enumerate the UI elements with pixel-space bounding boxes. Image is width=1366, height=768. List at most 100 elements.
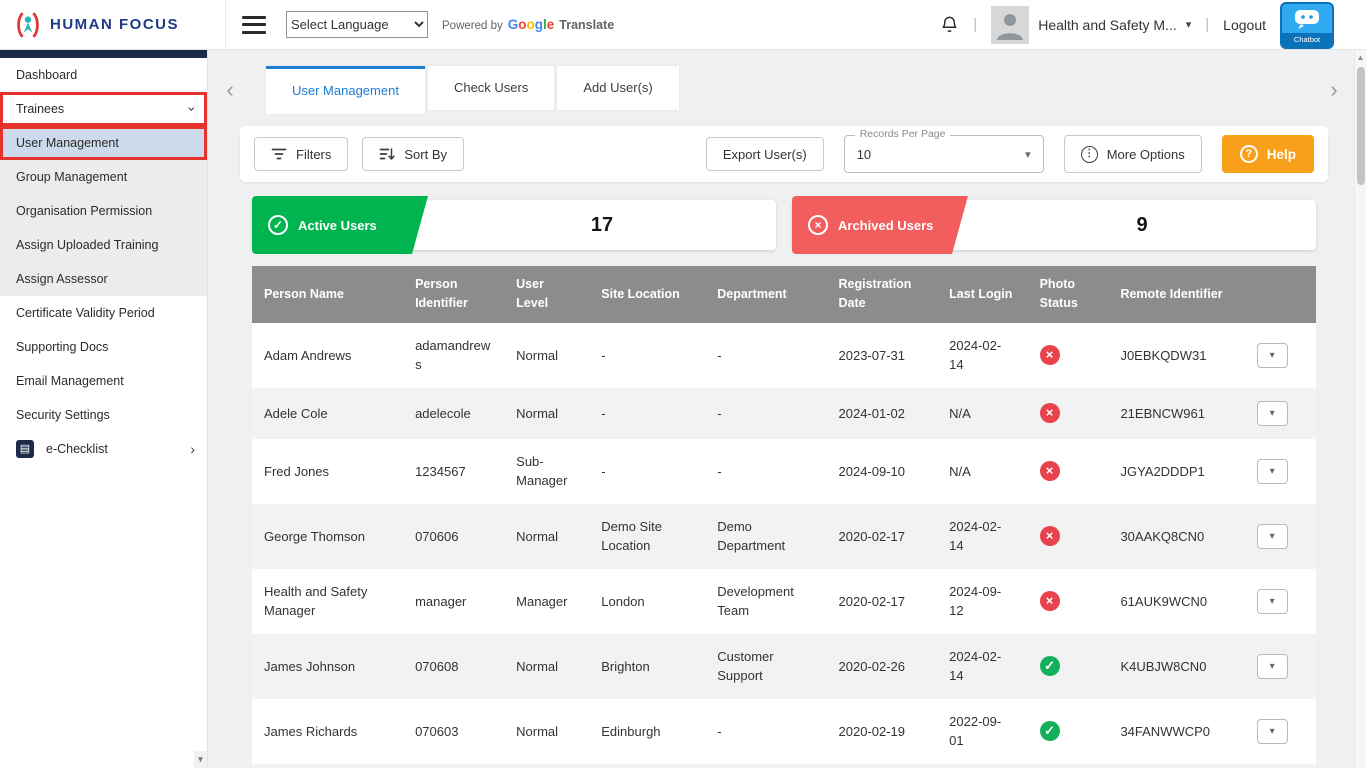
chevron-down-icon: ▾	[1186, 18, 1192, 31]
photo-status-active-icon: ✓	[1040, 721, 1060, 741]
account-name: Health and Safety M...	[1038, 17, 1177, 33]
scrollbar-thumb[interactable]	[1357, 67, 1365, 185]
archived-users-ribbon: × Archived Users	[792, 196, 968, 254]
tab-user-management[interactable]: User Management	[266, 66, 425, 114]
help-button[interactable]: ? Help	[1222, 135, 1314, 173]
user-level-cell: Normal	[504, 634, 589, 699]
column-header-actions	[1245, 266, 1316, 323]
column-header-user-level: User Level	[504, 266, 589, 323]
logout-button[interactable]: Logout	[1223, 17, 1266, 33]
sidebar-item-assign-assessor[interactable]: Assign Assessor	[0, 262, 207, 296]
page-scrollbar[interactable]: ▲	[1354, 50, 1366, 768]
separator: |	[973, 16, 977, 33]
avatar	[991, 6, 1029, 44]
column-header-remote-identifier: Remote Identifier	[1108, 266, 1244, 323]
top-bar: HUMAN FOCUS Select Language Powered by G…	[0, 0, 1366, 50]
sidebar-item-label: Email Management	[16, 374, 124, 388]
brand-logo-icon	[14, 11, 42, 39]
remote-identifier-cell: K4UBJW8CN0	[1108, 634, 1244, 699]
records-per-page-label: Records Per Page	[855, 128, 951, 140]
department-cell: Customer Support	[705, 764, 826, 768]
x-circle-icon: ×	[808, 215, 828, 235]
sidebar-item-label: Group Management	[16, 170, 127, 184]
brand-logo[interactable]: HUMAN FOCUS	[0, 0, 226, 49]
sidebar-item-assign-uploaded-training[interactable]: Assign Uploaded Training	[0, 228, 207, 262]
sidebar-item-e-checklist[interactable]: ▤e-Checklist›	[0, 432, 207, 466]
row-actions-button[interactable]: ▾	[1257, 459, 1288, 484]
tab-add-user-s[interactable]: Add User(s)	[557, 66, 678, 110]
row-actions-button[interactable]: ▾	[1257, 343, 1288, 368]
registration-date-cell: 2020-02-26	[827, 764, 938, 768]
notifications-bell-icon[interactable]	[940, 14, 959, 35]
department-cell: -	[705, 439, 826, 504]
sidebar-item-label: e-Checklist	[46, 442, 108, 456]
department-cell: Demo Department	[705, 504, 826, 569]
row-actions-button[interactable]: ▾	[1257, 654, 1288, 679]
export-users-button[interactable]: Export User(s)	[706, 137, 824, 171]
row-actions-button[interactable]: ▾	[1257, 589, 1288, 614]
sidebar-item-user-management[interactable]: User Management	[0, 126, 207, 160]
sidebar-item-group-management[interactable]: Group Management	[0, 160, 207, 194]
sidebar-item-supporting-docs[interactable]: Supporting Docs	[0, 330, 207, 364]
remote-identifier-cell: 31UF78WDN0	[1108, 764, 1244, 768]
column-header-last-login: Last Login	[937, 266, 1027, 323]
site-location-cell: Brighton	[589, 764, 705, 768]
sidebar-item-email-management[interactable]: Email Management	[0, 364, 207, 398]
sidebar-item-label: Organisation Permission	[16, 204, 152, 218]
tabs-scroll-right-icon[interactable]: ›	[1320, 77, 1348, 103]
filter-icon	[271, 147, 287, 161]
tabs-scroll-left-icon[interactable]: ‹	[216, 77, 244, 103]
row-actions-button[interactable]: ▾	[1257, 524, 1288, 549]
scroll-up-icon[interactable]: ▲	[1355, 50, 1366, 65]
row-actions-button[interactable]: ▾	[1257, 401, 1288, 426]
chatbot-button[interactable]: Chatbot	[1280, 2, 1334, 49]
person-name-cell: Fred Jones	[252, 439, 403, 504]
sort-by-button[interactable]: Sort By	[362, 137, 464, 171]
archived-users-count: 9	[968, 200, 1316, 250]
more-options-button[interactable]: ⋮ More Options	[1064, 135, 1202, 173]
sidebar-item-security-settings[interactable]: Security Settings	[0, 398, 207, 432]
main-content: ‹ User ManagementCheck UsersAdd User(s) …	[208, 50, 1354, 768]
person-identifier-cell: 070606	[403, 504, 504, 569]
sidebar-item-dashboard[interactable]: Dashboard	[0, 58, 207, 92]
filters-button[interactable]: Filters	[254, 137, 348, 171]
chatbot-label: Chatbot	[1282, 33, 1332, 47]
site-location-cell: -	[589, 323, 705, 388]
user-level-cell: Manager	[504, 569, 589, 634]
last-login-cell: N/A	[937, 439, 1027, 504]
active-users-count: 17	[428, 200, 776, 250]
language-select[interactable]: Select Language	[286, 11, 428, 38]
account-menu[interactable]: Health and Safety M... ▾	[991, 6, 1191, 44]
row-actions-cell: ▾	[1245, 569, 1316, 634]
sidebar-scroll-down-icon[interactable]: ▼	[194, 751, 207, 768]
tab-check-users[interactable]: Check Users	[428, 66, 554, 110]
last-login-cell: 2022-09-01	[937, 699, 1027, 764]
more-options-icon: ⋮	[1081, 146, 1098, 163]
person-identifier-cell: adamandrews	[403, 323, 504, 388]
last-login-cell: 2024-02-14	[937, 634, 1027, 699]
table-row: Adam AndrewsadamandrewsNormal--2023-07-3…	[252, 323, 1316, 388]
sidebar-item-label: Trainees	[16, 102, 64, 116]
row-actions-cell: ▾	[1245, 439, 1316, 504]
person-name-cell: Adam Andrews	[252, 323, 403, 388]
row-actions-cell: ▾	[1245, 699, 1316, 764]
sidebar-item-certificate-validity-period[interactable]: Certificate Validity Period	[0, 296, 207, 330]
sort-icon	[379, 147, 395, 161]
photo-status-cell: ×	[1028, 764, 1109, 768]
sidebar-item-label: Assign Assessor	[16, 272, 108, 286]
row-actions-button[interactable]: ▾	[1257, 719, 1288, 744]
column-header-person-name: Person Name	[252, 266, 403, 323]
sidebar-item-organisation-permission[interactable]: Organisation Permission	[0, 194, 207, 228]
archived-users-label: Archived Users	[838, 218, 933, 233]
help-icon: ?	[1240, 145, 1258, 163]
records-per-page-select[interactable]: Records Per Page 10 ▾	[844, 135, 1044, 173]
person-identifier-cell: 1234567	[403, 439, 504, 504]
archived-users-card[interactable]: × Archived Users 9	[792, 200, 1316, 250]
active-users-card[interactable]: ✓ Active Users 17	[252, 200, 776, 250]
last-login-cell: 2022-09-06	[937, 764, 1027, 768]
sidebar-item-trainees[interactable]: Trainees›	[0, 92, 207, 126]
menu-toggle-icon[interactable]	[242, 16, 266, 34]
chevron-right-icon: ›	[190, 442, 195, 456]
photo-status-cell: ✓	[1028, 634, 1109, 699]
department-cell: Customer Support	[705, 634, 826, 699]
